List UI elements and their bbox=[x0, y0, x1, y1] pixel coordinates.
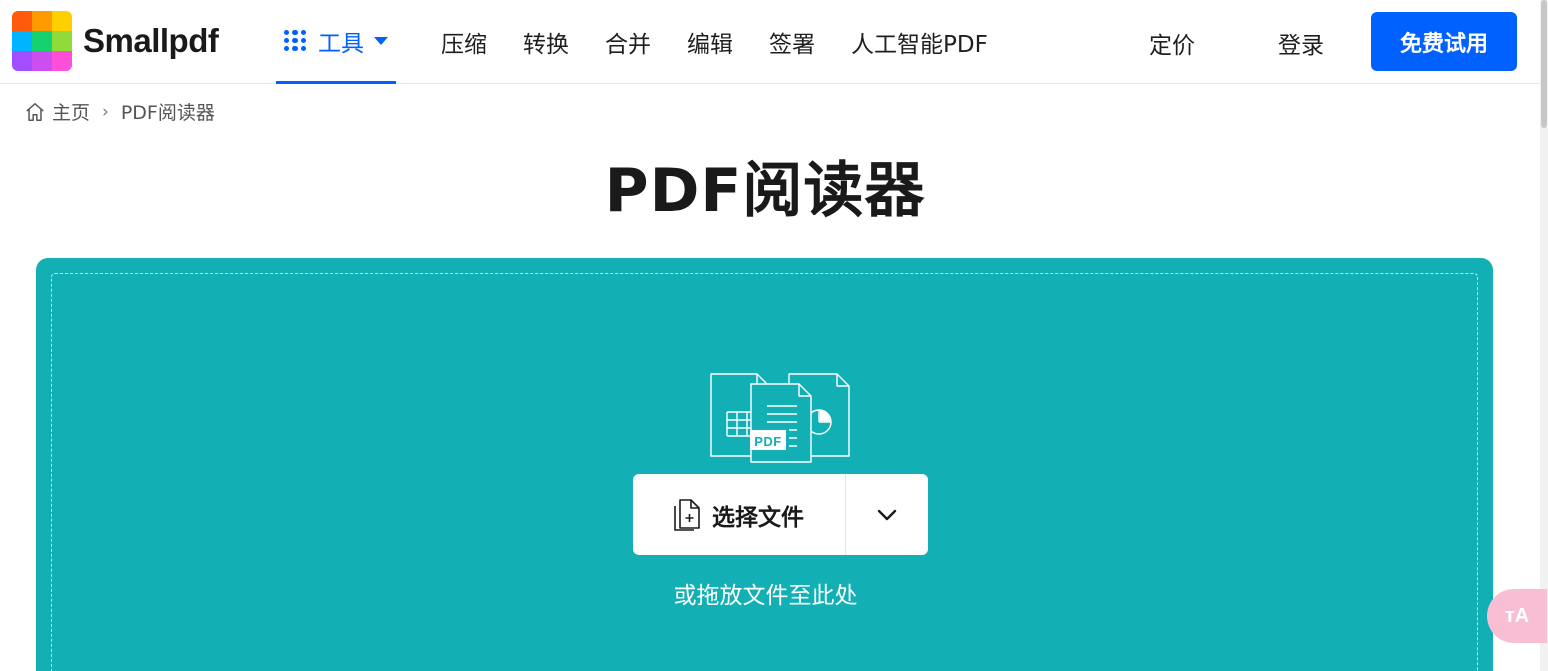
breadcrumb-separator: › bbox=[102, 101, 109, 122]
drop-hint-text: 或拖放文件至此处 bbox=[673, 583, 858, 609]
page-scrollbar[interactable] bbox=[1540, 0, 1548, 671]
home-icon bbox=[26, 102, 44, 121]
page-title: PDF阅读器 bbox=[604, 156, 926, 226]
nav-ai-pdf[interactable]: 人工智能PDF bbox=[851, 25, 988, 59]
smallpdf-logo[interactable]: Smallpdf bbox=[12, 11, 219, 71]
choose-files-button[interactable]: 选择文件 bbox=[633, 474, 846, 555]
choose-files-label: 选择文件 bbox=[712, 504, 804, 531]
tools-label: 工具 bbox=[318, 30, 364, 57]
main-nav: 压缩 转换 合并 编辑 签署 人工智能PDF bbox=[441, 0, 1024, 84]
breadcrumb-current: PDF阅读器 bbox=[120, 102, 215, 124]
nav-convert[interactable]: 转换 bbox=[523, 25, 569, 59]
choose-files-control: 选择文件 bbox=[633, 474, 928, 555]
logo-icon bbox=[12, 11, 72, 71]
chevron-down-icon bbox=[877, 509, 897, 520]
scrollbar-thumb[interactable] bbox=[1541, 0, 1547, 128]
file-dropzone[interactable]: PDF 选择文件 或拖放文件至此处 bbox=[36, 258, 1493, 671]
nav-compress[interactable]: 压缩 bbox=[441, 25, 487, 59]
pdf-badge: PDF bbox=[754, 434, 782, 449]
top-navigation-bar: Smallpdf 工具 压缩 转换 合并 编辑 签署 人工智能PDF 定价 登录… bbox=[0, 0, 1540, 84]
tools-menu-button[interactable]: 工具 bbox=[276, 0, 396, 84]
dropzone-dashed-area[interactable]: PDF 选择文件 或拖放文件至此处 bbox=[51, 273, 1478, 671]
caret-down-icon bbox=[374, 36, 388, 45]
logo-text: Smallpdf bbox=[83, 22, 219, 59]
free-trial-button[interactable]: 免费试用 bbox=[1371, 12, 1517, 71]
pricing-link[interactable]: 定价 bbox=[1149, 26, 1195, 60]
nav-merge[interactable]: 合并 bbox=[605, 25, 651, 59]
breadcrumb-home[interactable]: 主页 bbox=[52, 98, 90, 125]
apps-grid-icon bbox=[284, 29, 306, 52]
translate-button[interactable]: ᴛA bbox=[1487, 589, 1547, 643]
translate-icon: ᴛA bbox=[1504, 604, 1530, 627]
upload-source-dropdown[interactable] bbox=[846, 474, 928, 555]
add-file-icon bbox=[674, 498, 700, 531]
login-link[interactable]: 登录 bbox=[1278, 26, 1324, 60]
nav-edit[interactable]: 编辑 bbox=[687, 25, 733, 59]
breadcrumb: 主页 › PDF阅读器 bbox=[24, 98, 215, 125]
nav-sign[interactable]: 签署 bbox=[769, 25, 815, 59]
